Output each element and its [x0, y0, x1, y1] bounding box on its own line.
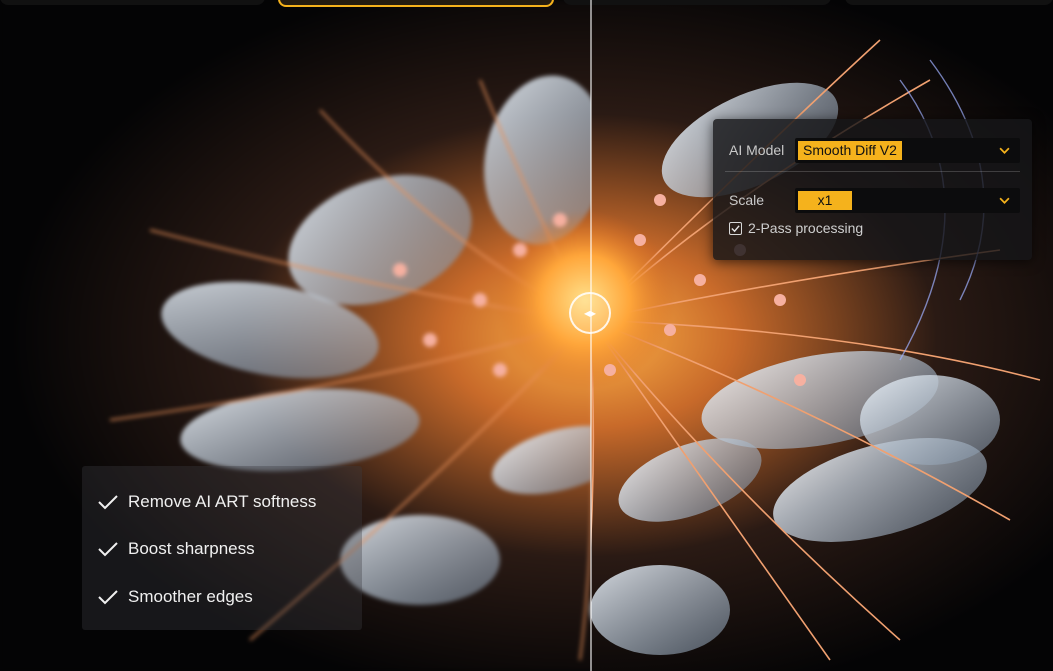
after-image [591, 0, 1053, 671]
feature-label: Smoother edges [128, 587, 253, 606]
checkbox-checked-icon[interactable] [729, 221, 742, 235]
ai-model-select[interactable]: Smooth Diff V2 [795, 138, 1020, 163]
feature-item: Smoother edges [97, 587, 253, 607]
comparison-divider[interactable] [590, 0, 592, 671]
thumbnail-strip [0, 0, 1053, 7]
scale-select[interactable]: x1 [795, 188, 1020, 213]
two-pass-label: 2-Pass processing [748, 220, 864, 236]
scale-value: x1 [798, 191, 852, 210]
checkmark-icon [98, 495, 118, 510]
scale-label: Scale [729, 192, 765, 208]
feature-label: Remove AI ART softness [128, 492, 317, 511]
thumbnail-active[interactable] [278, 0, 554, 7]
checkmark-icon [98, 542, 118, 557]
thumbnail[interactable] [563, 0, 831, 5]
comparison-slider-handle[interactable]: ◂▸ [569, 292, 611, 334]
feature-label: Boost sharpness [128, 539, 255, 558]
feature-list: Remove AI ART softness Boost sharpness S… [82, 466, 362, 630]
feature-item: Boost sharpness [97, 539, 255, 559]
chevron-down-icon [999, 197, 1010, 204]
left-right-arrows-icon: ◂▸ [583, 306, 597, 320]
divider-line [725, 171, 1020, 172]
two-pass-toggle[interactable]: 2-Pass processing [729, 220, 863, 236]
chevron-down-icon [999, 147, 1010, 154]
thumbnail[interactable] [0, 0, 265, 5]
thumbnail[interactable] [845, 0, 1053, 5]
settings-panel: AI Model Smooth Diff V2 Scale x1 2-Pass … [713, 119, 1032, 260]
feature-item: Remove AI ART softness [97, 492, 316, 512]
checkmark-icon [98, 590, 118, 605]
flower-artwork-after [591, 0, 1053, 671]
ai-model-value: Smooth Diff V2 [798, 141, 902, 160]
ai-model-label: AI Model [729, 142, 785, 158]
